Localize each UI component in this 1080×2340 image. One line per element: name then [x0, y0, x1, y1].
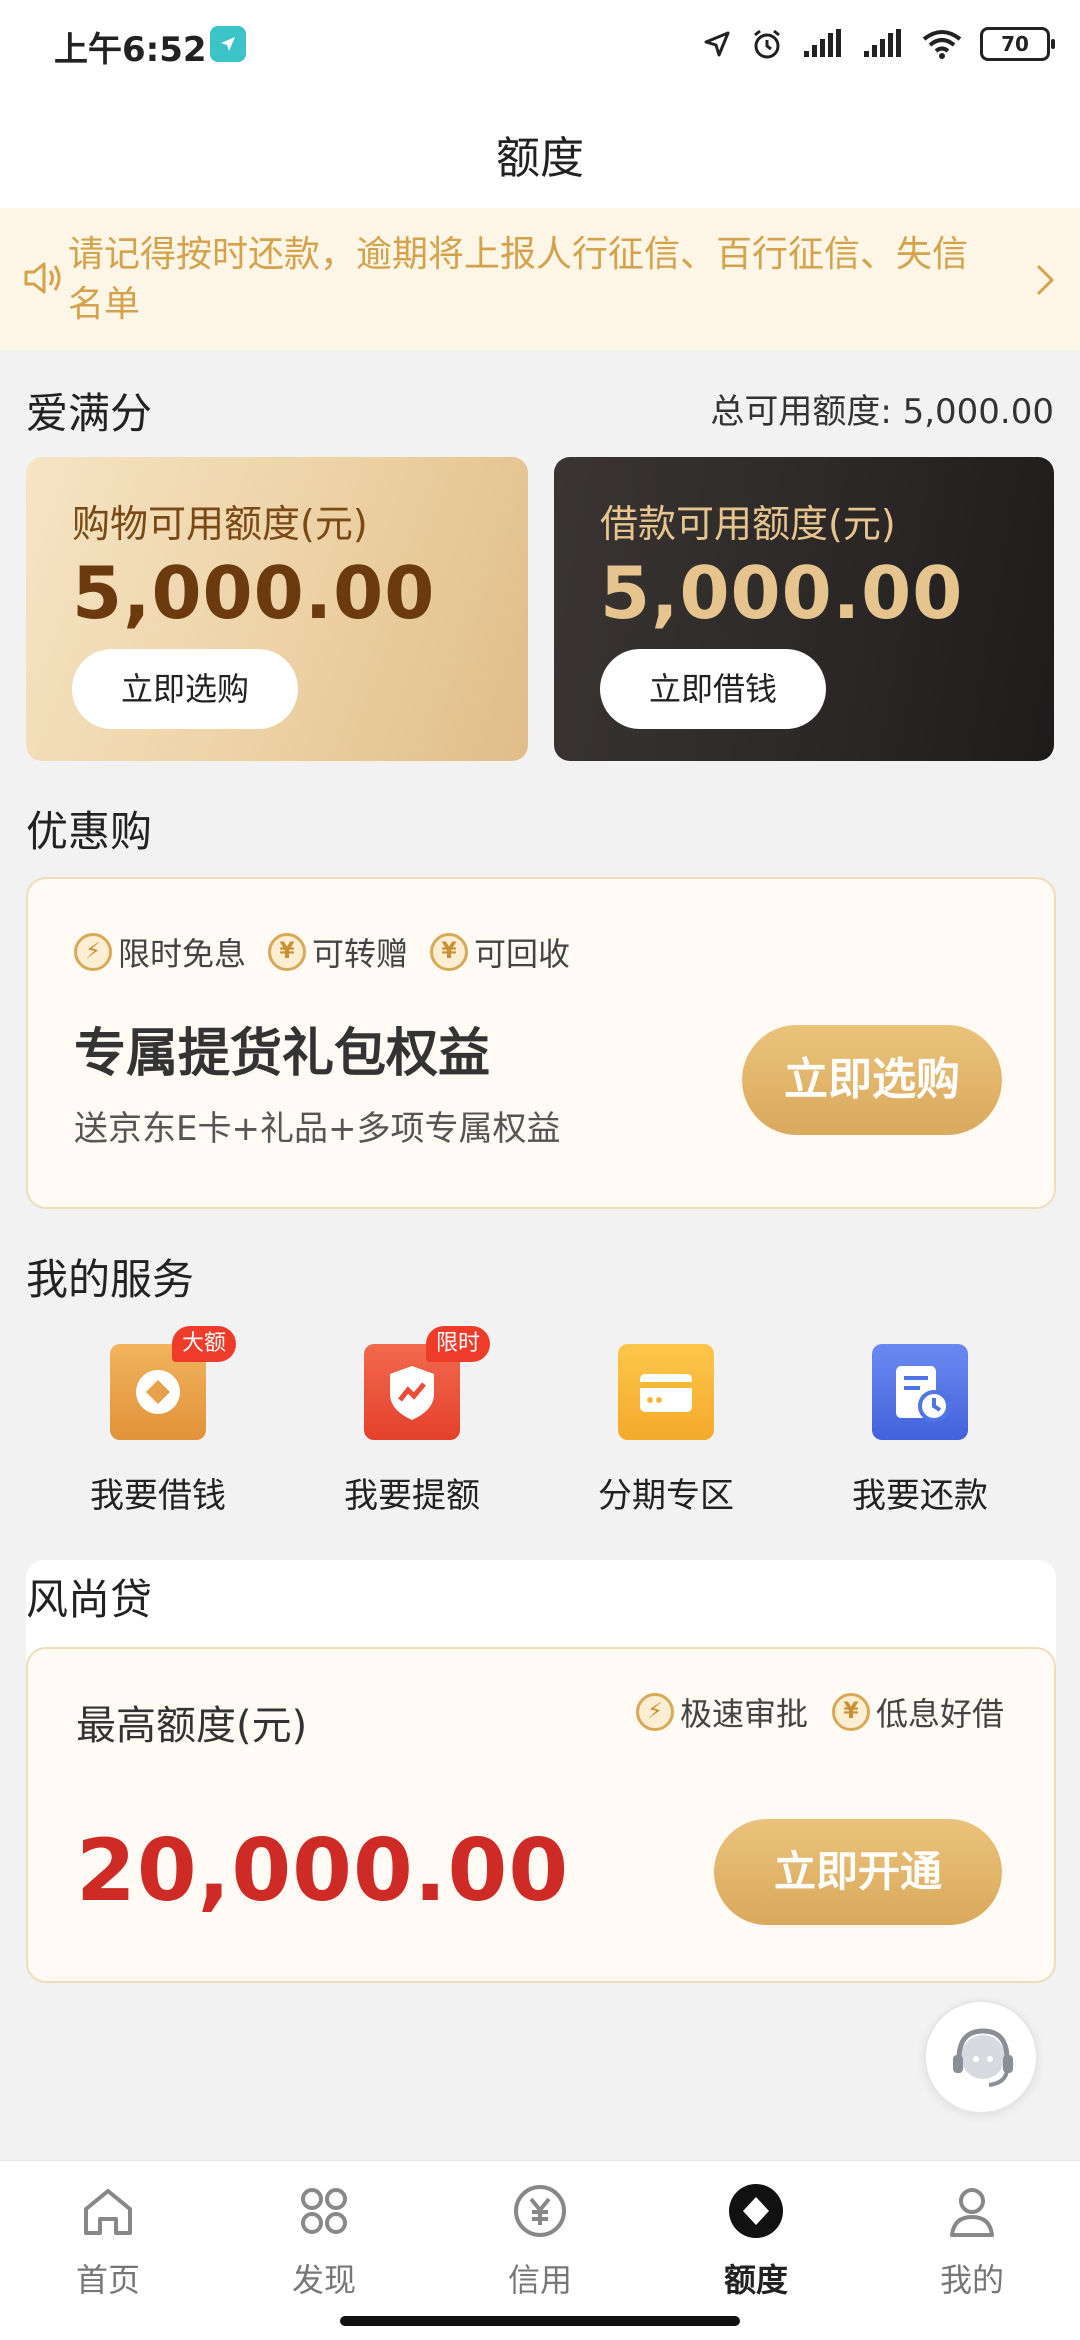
headset-icon: [953, 2028, 1013, 2087]
fashion-tag: ⚡ 极速审批: [635, 1689, 808, 1735]
max-limit-label: 最高额度(元): [76, 1703, 308, 1749]
discover-icon: [301, 2188, 347, 2234]
nav-label: 我的: [939, 2261, 1004, 2299]
signal-icon: [804, 29, 841, 57]
promo-tag: ¥ 可回收: [430, 929, 570, 975]
promo-tag-label: 可转赠: [312, 935, 409, 973]
chevron-right-icon: [1036, 264, 1055, 296]
promo-tag: ⚡ 限时免息: [74, 929, 246, 975]
raise-limit-icon: 限时: [364, 1326, 491, 1440]
yen-coin-icon: ¥: [831, 1693, 870, 1731]
lightning-icon: ⚡: [635, 1693, 674, 1731]
home-indicator: [340, 2316, 740, 2326]
service-badge: 限时: [426, 1326, 491, 1362]
max-limit-amount: 20,000.00: [76, 1821, 570, 1921]
service-repay[interactable]: 我要还款: [810, 1330, 1030, 1517]
credit-section-title: 爱满分: [26, 389, 153, 438]
status-icons: 70: [702, 24, 1055, 64]
signal-hd-icon: [864, 29, 901, 57]
loan-icon: 大额: [110, 1326, 237, 1440]
borrow-now-button[interactable]: 立即借钱: [600, 649, 826, 729]
nav-label: 发现: [291, 2261, 356, 2299]
service-raise-limit[interactable]: 限时 我要提额: [302, 1326, 522, 1517]
profile-icon: [950, 2188, 994, 2237]
fashion-tag: ¥ 低息好借: [831, 1689, 1004, 1735]
nav-item-discover[interactable]: 发现: [216, 2179, 432, 2301]
promo-tag: ¥ 可转赠: [268, 929, 408, 975]
nav-label: 额度: [723, 2261, 788, 2299]
app-notification-icon: [210, 26, 246, 62]
yen-coin-icon: ¥: [268, 933, 307, 971]
service-label: 分期专区: [598, 1476, 734, 1516]
wifi-icon: [922, 30, 962, 59]
shop-now-button[interactable]: 立即选购: [72, 649, 298, 729]
app-header: 额度: [0, 90, 1080, 208]
total-available-limit: 总可用额度: 5,000.00: [710, 392, 1054, 432]
nav-label: 首页: [75, 2261, 140, 2299]
activate-now-button[interactable]: 立即开通: [714, 1819, 1002, 1925]
bottom-nav: 首页 发现 信用 额度 我的: [0, 2160, 1080, 2340]
quota-icon: [729, 2184, 783, 2238]
service-borrow[interactable]: 大额 我要借钱: [48, 1326, 268, 1517]
shopping-credit-amount: 5,000.00: [72, 551, 436, 635]
promo-card[interactable]: ⚡ 限时免息 ¥ 可转赠 ¥ 可回收 专属提货礼包权益 送京东E卡+礼品+多项专属权益…: [26, 877, 1056, 1209]
repay-icon: [872, 1344, 968, 1440]
yen-coin-icon: ¥: [430, 933, 469, 971]
promo-subtitle: 送京东E卡+礼品+多项专属权益: [74, 1109, 561, 1149]
nav-item-profile[interactable]: 我的: [864, 2179, 1080, 2301]
service-installment[interactable]: 分期专区: [556, 1330, 776, 1517]
service-label: 我要还款: [852, 1476, 988, 1516]
lightning-icon: ⚡: [74, 933, 112, 971]
nav-item-home[interactable]: 首页: [0, 2179, 216, 2301]
fashion-tag-label: 低息好借: [875, 1695, 1004, 1733]
speaker-icon: [24, 262, 61, 294]
customer-service-button[interactable]: [924, 2000, 1038, 2114]
page-title: 额度: [496, 133, 584, 184]
services-section-title: 我的服务: [26, 1255, 195, 1304]
credit-icon: [514, 2185, 566, 2237]
shopping-credit-label: 购物可用额度(元): [72, 502, 368, 546]
promo-section-title: 优惠购: [26, 807, 153, 856]
fashion-tag-label: 极速审批: [679, 1695, 808, 1733]
promo-tag-label: 可回收: [474, 935, 571, 973]
promo-tags: ⚡ 限时免息 ¥ 可转赠 ¥ 可回收: [74, 929, 570, 975]
fashion-loan-tags: ⚡ 极速审批 ¥ 低息好借: [635, 1689, 1004, 1735]
nav-item-credit[interactable]: 信用: [432, 2179, 648, 2301]
home-icon: [84, 2189, 132, 2235]
shopping-credit-card[interactable]: 购物可用额度(元) 5,000.00 立即选购: [26, 457, 528, 761]
notice-text: 请记得按时还款，逾期将上报人行征信、百行征信、失信名单: [68, 234, 969, 325]
nav-label: 信用: [507, 2261, 572, 2299]
status-bar: 上午6:52 70: [0, 0, 1080, 90]
nav-item-quota[interactable]: 额度: [648, 2179, 864, 2301]
promo-tag-label: 限时免息: [118, 935, 247, 973]
promo-shop-now-button[interactable]: 立即选购: [742, 1025, 1002, 1135]
fashion-loan-title: 风尚贷: [26, 1575, 153, 1624]
service-badge: 大额: [172, 1326, 237, 1362]
installment-icon: [618, 1344, 714, 1440]
loan-credit-label: 借款可用额度(元): [600, 502, 896, 546]
services-grid: 大额 我要借钱 限时 我要提额 分期专区 我要还款: [0, 1326, 1080, 1530]
alarm-icon: [754, 29, 780, 59]
loan-credit-amount: 5,000.00: [600, 551, 964, 635]
service-label: 我要借钱: [90, 1476, 226, 1516]
notice-bar[interactable]: 请记得按时还款，逾期将上报人行征信、百行征信、失信名单: [0, 208, 1080, 350]
location-icon: [704, 31, 730, 57]
promo-title: 专属提货礼包权益: [74, 1024, 491, 1084]
status-time: 上午6:52: [54, 30, 207, 70]
service-label: 我要提额: [344, 1476, 480, 1516]
battery-icon: 70: [980, 27, 1055, 61]
fashion-loan-card[interactable]: 最高额度(元) ⚡ 极速审批 ¥ 低息好借 20,000.00 立即开通: [26, 1647, 1056, 1983]
loan-credit-card[interactable]: 借款可用额度(元) 5,000.00 立即借钱: [554, 457, 1054, 761]
